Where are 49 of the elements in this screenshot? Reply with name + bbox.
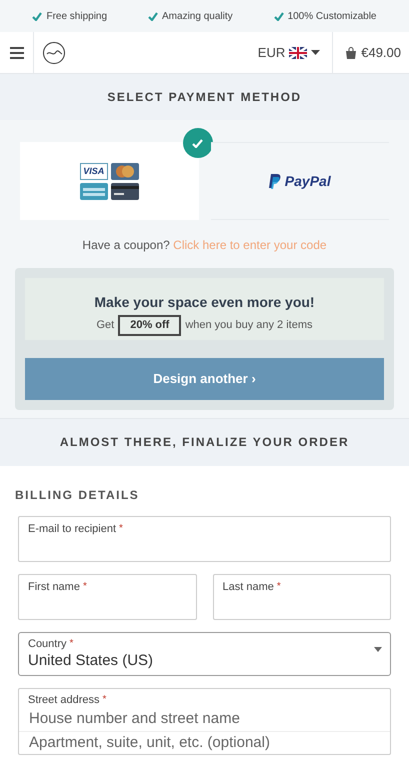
- required-mark: *: [82, 580, 87, 594]
- card-icon: [110, 182, 139, 200]
- input-field[interactable]: E-mail to recipient *: [18, 516, 391, 562]
- menu-icon[interactable]: [10, 46, 24, 58]
- field-label: Country: [28, 636, 67, 652]
- country-select[interactable]: Country * United States (US): [18, 632, 391, 676]
- select-value: United States (US): [28, 652, 154, 671]
- field-label: Last name: [222, 580, 274, 594]
- currency-selector[interactable]: EUR: [258, 42, 320, 62]
- payment-option[interactable]: VISA: [20, 142, 198, 220]
- logo-icon[interactable]: [42, 40, 66, 64]
- promo-text: when you buy any 2 items: [185, 318, 313, 333]
- required-mark: *: [102, 692, 106, 706]
- paypal-logo: PayPal: [284, 172, 331, 191]
- check-icon: [274, 12, 284, 20]
- address-field[interactable]: Street address * House number and street name Apartment, suite, unit, etc. (optional): [18, 688, 391, 755]
- address-input[interactable]: House number and street name: [19, 708, 390, 730]
- billing-title: BILLING DETAILS: [15, 486, 140, 504]
- discount-badge: 20% off: [118, 315, 182, 336]
- section-title: ALMOST THERE, FINALIZE YOUR ORDER: [60, 434, 350, 451]
- benefit-text: 100% Customizable: [288, 10, 376, 24]
- card-icon: [80, 182, 108, 200]
- paypal-logo-icon: [268, 174, 281, 188]
- field-label: E-mail to recipient: [28, 522, 116, 536]
- required-mark: *: [70, 636, 74, 650]
- required-mark: *: [276, 580, 281, 594]
- promo-title: Make your space even more you!: [93, 293, 316, 312]
- promo-text: Get: [96, 318, 114, 333]
- visa-logo: VISA: [80, 162, 108, 180]
- check-icon: [148, 12, 158, 20]
- required-mark: *: [119, 522, 123, 536]
- benefit-text: Free shipping: [46, 10, 108, 24]
- check-icon: [32, 12, 42, 20]
- flag-icon: [289, 46, 308, 58]
- selected-check-icon: [182, 128, 212, 158]
- shopping-bag-icon[interactable]: [345, 46, 358, 58]
- coupon-text: Have a coupon? Click here to enter your code: [81, 237, 328, 254]
- card-icon: [110, 162, 139, 180]
- input-field[interactable]: First name *: [18, 574, 196, 620]
- caret-icon: [311, 50, 320, 55]
- input-field[interactable]: Last name *: [212, 574, 391, 620]
- field-label: Street address: [28, 692, 100, 708]
- caret-icon: [374, 646, 382, 652]
- field-label: First name: [28, 580, 80, 594]
- address-input[interactable]: Apartment, suite, unit, etc. (optional): [19, 730, 390, 754]
- payment-option[interactable]: PayPal: [210, 142, 389, 220]
- cart-total[interactable]: €49.00: [361, 42, 401, 62]
- section-title: SELECT PAYMENT METHOD: [107, 89, 302, 106]
- benefit-text: Amazing quality: [162, 10, 233, 24]
